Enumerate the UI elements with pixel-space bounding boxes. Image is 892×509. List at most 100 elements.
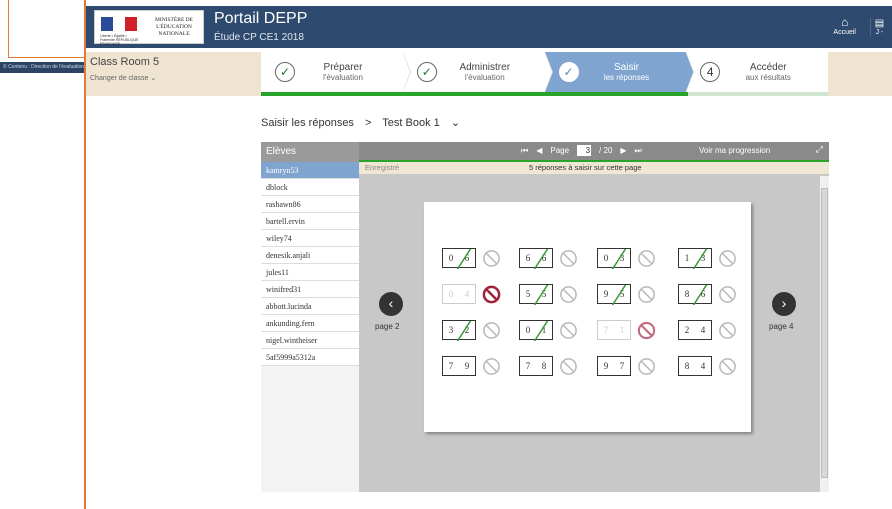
strike-mark [611, 249, 627, 269]
test-book-dropdown[interactable]: Test Book 1 ⌄ [382, 117, 468, 129]
no-answer-icon[interactable] [637, 285, 656, 304]
answer-box[interactable]: 95 [597, 284, 631, 305]
no-answer-icon[interactable] [718, 357, 737, 376]
vertical-scrollbar[interactable] [820, 176, 829, 492]
student-item[interactable]: nigel.wintheiser [261, 332, 359, 349]
first-page-icon[interactable]: ⏮ [521, 146, 528, 156]
no-answer-icon[interactable] [482, 321, 501, 340]
no-answer-icon[interactable] [637, 249, 656, 268]
student-item[interactable]: winifred31 [261, 281, 359, 298]
answer-cell[interactable]: 01 [519, 320, 579, 342]
answer-digit: 4 [464, 289, 470, 299]
answer-box[interactable]: 66 [519, 248, 553, 269]
test-book-label: Test Book 1 [382, 117, 440, 129]
answer-cell[interactable]: 78 [519, 356, 579, 378]
no-answer-icon[interactable] [718, 249, 737, 268]
answer-cell[interactable]: 79 [442, 356, 502, 378]
answer-box[interactable]: 97 [597, 356, 631, 376]
last-page-icon[interactable]: ⏭ [635, 146, 642, 156]
no-answer-icon[interactable] [559, 285, 578, 304]
workflow-progress-bar [261, 92, 688, 96]
step-0[interactable]: ✓ Préparer l'évaluation [261, 52, 411, 92]
no-answer-icon[interactable] [637, 321, 656, 340]
answer-box[interactable]: 13 [678, 248, 712, 269]
answer-cell[interactable]: 13 [678, 248, 738, 270]
student-item[interactable]: denesik.anjali [261, 247, 359, 264]
answer-box[interactable]: 55 [519, 284, 553, 305]
logo-motto: Liberté • Égalité • Fraternité RÉPUBLIQU… [100, 34, 139, 46]
check-icon: ✓ [558, 62, 579, 82]
page-number-input[interactable]: 3 [577, 145, 592, 156]
no-answer-icon[interactable] [637, 357, 656, 376]
breadcrumb-root[interactable]: Saisir les réponses [261, 117, 354, 129]
home-button[interactable]: ⌂ Accueil [833, 16, 856, 37]
student-item[interactable]: bartell.ervin [261, 213, 359, 230]
expand-icon[interactable]: ⤢ [816, 144, 823, 155]
answer-cell[interactable]: 06 [442, 248, 502, 270]
no-answer-icon[interactable] [482, 249, 501, 268]
answer-box[interactable]: 03 [597, 248, 631, 269]
answer-cell[interactable]: 66 [519, 248, 579, 270]
answer-box[interactable]: 84 [678, 356, 712, 376]
answer-box[interactable]: 32 [442, 320, 476, 341]
student-item[interactable]: ankunding.fern [261, 315, 359, 332]
no-answer-icon[interactable] [718, 285, 737, 304]
answer-cell[interactable]: 97 [597, 356, 657, 378]
answer-box[interactable]: 06 [442, 248, 476, 269]
student-item[interactable]: rashawn86 [261, 196, 359, 213]
view-progress-link[interactable]: Voir ma progression [699, 146, 770, 155]
strike-mark [692, 285, 708, 305]
student-item[interactable]: wiley74 [261, 230, 359, 247]
answer-digit: 9 [603, 361, 609, 371]
answer-cell[interactable]: 95 [597, 284, 657, 306]
no-answer-icon[interactable] [718, 321, 737, 340]
step-labels: Préparer l'évaluation [303, 62, 383, 82]
next-page-button[interactable]: › [772, 292, 796, 316]
answer-cell[interactable]: 32 [442, 320, 502, 342]
student-item[interactable]: kamryn53 [261, 162, 359, 179]
answer-cell[interactable]: 86 [678, 284, 738, 306]
answer-digit: 0 [448, 289, 454, 299]
flag-icon [101, 17, 137, 31]
answer-cell[interactable]: 04 [442, 284, 502, 306]
answer-digit: 4 [700, 361, 706, 371]
ministry-logo: Liberté • Égalité • Fraternité RÉPUBLIQU… [94, 10, 204, 46]
no-answer-icon[interactable] [482, 285, 501, 304]
calendar-button[interactable]: ▤ J - [870, 18, 888, 36]
answer-digit: 8 [541, 361, 547, 371]
no-answer-icon[interactable] [482, 357, 501, 376]
step-1[interactable]: ✓ Administrer l'évaluation [403, 52, 553, 92]
no-answer-icon[interactable] [559, 249, 578, 268]
saved-status: Enregistré [365, 163, 400, 172]
answer-cell[interactable]: 71 [597, 320, 657, 342]
step-2[interactable]: ✓ Saisir les réponses [544, 52, 695, 92]
no-answer-icon[interactable] [559, 321, 578, 340]
answer-box[interactable]: 79 [442, 356, 476, 376]
step-3[interactable]: 4 Accéder aux résultats [686, 52, 828, 92]
student-item[interactable]: dblock [261, 179, 359, 196]
next-page-icon[interactable]: ▶ [620, 146, 626, 155]
answer-box[interactable]: 04 [442, 284, 476, 304]
student-item[interactable]: abbott.lucinda [261, 298, 359, 315]
answer-cell[interactable]: 03 [597, 248, 657, 270]
answer-box[interactable]: 78 [519, 356, 553, 376]
student-item[interactable]: jules11 [261, 264, 359, 281]
answer-box[interactable]: 86 [678, 284, 712, 305]
prev-page-icon[interactable]: ◀ [536, 146, 542, 155]
scrollbar-thumb[interactable] [821, 188, 828, 478]
student-item[interactable]: 5af5999a5312a [261, 349, 359, 366]
change-class-button[interactable]: Changer de classe ⌄ [90, 74, 156, 82]
answer-cell[interactable]: 24 [678, 320, 738, 342]
answer-digit: 7 [448, 361, 454, 371]
answer-box[interactable]: 01 [519, 320, 553, 341]
calendar-icon: ▤ [874, 18, 885, 29]
answer-cell[interactable]: 84 [678, 356, 738, 378]
step-arrow-inner [686, 53, 694, 91]
answer-box[interactable]: 71 [597, 320, 631, 340]
step-title: Saisir [613, 62, 639, 73]
answer-cell[interactable]: 55 [519, 284, 579, 306]
answer-box[interactable]: 24 [678, 320, 712, 340]
no-answer-icon[interactable] [559, 357, 578, 376]
prev-page-button[interactable]: ‹ [379, 292, 403, 316]
answer-digit: 8 [684, 361, 690, 371]
